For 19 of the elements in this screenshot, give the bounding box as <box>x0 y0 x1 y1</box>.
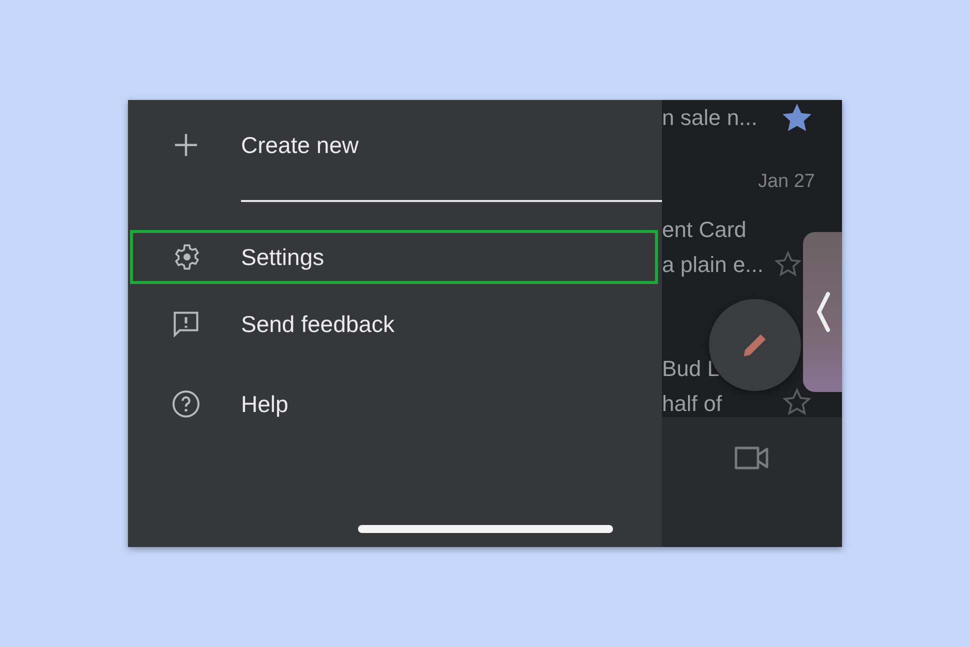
plus-icon <box>173 132 199 158</box>
email-snippet: a plain e... <box>662 252 764 278</box>
side-panel-handle[interactable] <box>803 232 842 392</box>
email-subject: Bud L <box>662 356 720 382</box>
star-icon[interactable] <box>774 250 802 278</box>
star-icon[interactable] <box>782 103 812 133</box>
feedback-icon <box>171 309 201 339</box>
menu-item[interactable]: Settings <box>130 230 658 284</box>
menu-item[interactable]: Help <box>128 364 662 444</box>
email-date: Jan 27 <box>758 171 815 193</box>
email-subject: ent Card <box>662 217 748 243</box>
settings-icon <box>173 243 201 271</box>
star-icon[interactable] <box>782 387 812 417</box>
chevron-left-icon <box>814 291 830 333</box>
menu-item[interactable]: Send feedback <box>128 284 662 364</box>
email-snippet: n sale n... <box>662 105 758 131</box>
help-icon <box>171 389 201 419</box>
menu-item[interactable]: Create new <box>128 100 662 190</box>
email-snippet: half of <box>662 391 722 417</box>
